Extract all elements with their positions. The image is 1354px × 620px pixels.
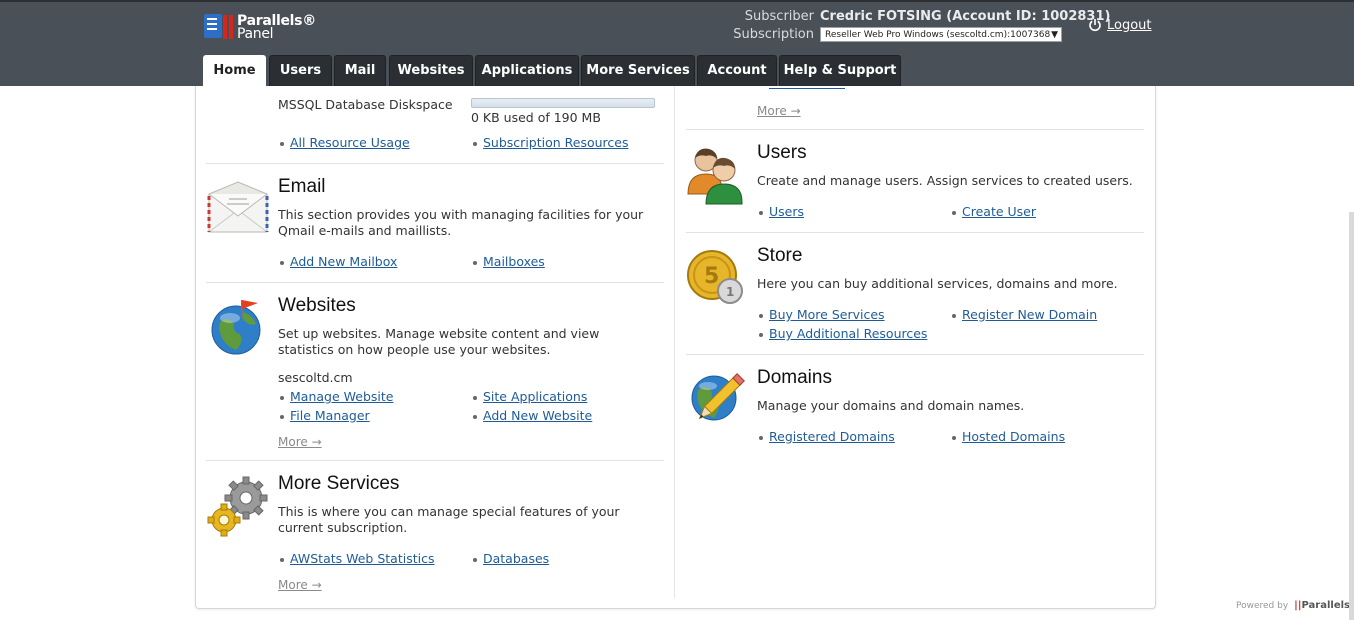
parallels-panel-logo[interactable]: Parallels® Panel xyxy=(203,13,316,43)
users-description: Create and manage users. Assign services… xyxy=(757,173,1133,188)
bullet xyxy=(759,333,763,337)
site-applications-link[interactable]: Site Applications xyxy=(483,389,587,404)
powered-by: Powered by ||Parallels xyxy=(1236,600,1350,611)
bullet xyxy=(280,142,284,146)
store-description: Here you can buy additional services, do… xyxy=(757,276,1118,291)
section-divider xyxy=(686,129,1144,130)
footer-brand: Parallels xyxy=(1301,600,1350,611)
top-more-link[interactable]: More → xyxy=(757,104,801,118)
tab-account[interactable]: Account xyxy=(697,55,777,86)
section-divider xyxy=(686,354,1144,355)
tab-users[interactable]: Users xyxy=(269,55,332,86)
bullet xyxy=(280,396,284,400)
create-user-link[interactable]: Create User xyxy=(962,204,1036,219)
subscriber-name: Credric FOTSING (Account ID: 1002831) xyxy=(820,9,1111,24)
bullet xyxy=(952,436,956,440)
subscriber-label: Subscriber xyxy=(744,9,814,24)
tab-help-support[interactable]: Help & Support xyxy=(779,55,901,86)
bullet xyxy=(280,261,284,265)
gears-icon xyxy=(207,476,268,537)
register-new-domain-link[interactable]: Register New Domain xyxy=(962,307,1097,322)
hosted-domains-link[interactable]: Hosted Domains xyxy=(962,429,1065,444)
websites-more-link[interactable]: More → xyxy=(278,435,322,449)
add-new-website-link[interactable]: Add New Website xyxy=(483,408,592,423)
section-divider xyxy=(206,163,664,164)
bullet xyxy=(473,558,477,562)
website-domain: sescoltd.cm xyxy=(278,370,353,385)
bullet xyxy=(952,314,956,318)
more-services-title: More Services xyxy=(278,473,400,494)
page-scrollbar[interactable] xyxy=(1349,212,1354,620)
dropdown-arrow-icon: ▼ xyxy=(1051,30,1058,40)
logout-link[interactable]: Logout xyxy=(1088,18,1152,33)
tab-more-services[interactable]: More Services xyxy=(581,55,695,86)
websites-title: Websites xyxy=(278,295,356,316)
bullet xyxy=(759,314,763,318)
section-divider xyxy=(206,460,664,461)
tab-websites[interactable]: Websites xyxy=(389,55,473,86)
clipped-link xyxy=(769,86,845,90)
all-resource-usage-link[interactable]: All Resource Usage xyxy=(290,135,410,150)
section-divider xyxy=(206,282,664,283)
tab-applications[interactable]: Applications xyxy=(475,55,579,86)
databases-link[interactable]: Databases xyxy=(483,551,549,566)
bullet xyxy=(473,415,477,419)
header-top-border xyxy=(0,0,1354,2)
power-icon xyxy=(1089,19,1101,32)
bullet xyxy=(473,261,477,265)
users-icon xyxy=(687,148,743,205)
svg-text:1: 1 xyxy=(726,285,734,299)
resource-label: MSSQL Database Diskspace xyxy=(278,97,453,112)
resource-usage-text: 0 KB used of 190 MB xyxy=(471,110,601,125)
column-divider xyxy=(674,86,675,598)
envelope-icon xyxy=(207,181,269,233)
globe-pencil-icon xyxy=(691,373,745,421)
bullet xyxy=(473,396,477,400)
globe-flag-icon xyxy=(211,300,261,355)
subscription-select-value: Reseller Web Pro Windows (sescoltd.cm):1… xyxy=(825,30,1051,40)
coins-icon: 5 1 xyxy=(687,250,743,304)
file-manager-link[interactable]: File Manager xyxy=(290,408,370,423)
subscription-select[interactable]: Reseller Web Pro Windows (sescoltd.cm):1… xyxy=(820,27,1062,42)
resource-usage-bar xyxy=(471,98,655,108)
email-description: This section provides you with managing … xyxy=(278,207,644,238)
bullet xyxy=(952,211,956,215)
manage-website-link[interactable]: Manage Website xyxy=(290,389,393,404)
users-link[interactable]: Users xyxy=(769,204,804,219)
bullet xyxy=(280,415,284,419)
parallels-footer-logo[interactable]: ||Parallels xyxy=(1294,600,1350,611)
buy-additional-resources-link[interactable]: Buy Additional Resources xyxy=(769,326,927,341)
domains-description: Manage your domains and domain names. xyxy=(757,398,1025,413)
svg-text:5: 5 xyxy=(704,264,719,289)
awstats-link[interactable]: AWStats Web Statistics xyxy=(290,551,434,566)
bullet xyxy=(473,142,477,146)
tab-mail[interactable]: Mail xyxy=(334,55,386,86)
subscription-label: Subscription xyxy=(733,27,814,42)
top-header: Parallels® Panel Subscriber Subscription… xyxy=(0,0,1354,86)
buy-more-services-link[interactable]: Buy More Services xyxy=(769,307,885,322)
powered-by-label: Powered by xyxy=(1236,601,1289,611)
brand-product: Panel xyxy=(237,26,274,42)
parallels-logo-icon xyxy=(204,14,233,39)
more-services-description: This is where you can manage special fea… xyxy=(278,504,620,535)
bullet xyxy=(759,436,763,440)
email-title: Email xyxy=(278,176,326,197)
store-title: Store xyxy=(757,245,803,266)
bullet xyxy=(759,211,763,215)
more-services-more-link[interactable]: More → xyxy=(278,578,322,592)
users-title: Users xyxy=(757,142,807,163)
domains-title: Domains xyxy=(757,367,832,388)
websites-description: Set up websites. Manage website content … xyxy=(278,326,600,357)
add-new-mailbox-link[interactable]: Add New Mailbox xyxy=(290,254,397,269)
tab-home[interactable]: Home xyxy=(203,55,266,86)
subscription-resources-link[interactable]: Subscription Resources xyxy=(483,135,628,150)
registered-domains-link[interactable]: Registered Domains xyxy=(769,429,895,444)
logout-label: Logout xyxy=(1107,18,1152,33)
mailboxes-link[interactable]: Mailboxes xyxy=(483,254,545,269)
bullet xyxy=(280,558,284,562)
section-divider xyxy=(686,232,1144,233)
